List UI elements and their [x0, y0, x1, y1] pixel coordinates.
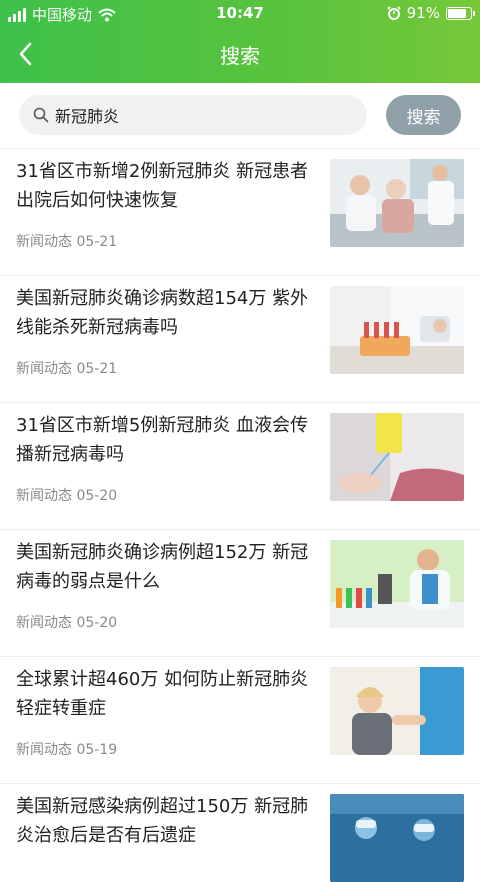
article-date: 05-21: [76, 234, 118, 250]
article-meta: 新闻动态 05-21: [16, 231, 117, 251]
article-item[interactable]: 美国新冠肺炎确诊病例超152万 新冠病毒的弱点是什么 新闻动态 05-20: [0, 530, 480, 657]
page-title: 搜索: [220, 44, 260, 68]
article-title: 美国新冠肺炎确诊病数超154万 紫外线能杀死新冠病毒吗: [16, 288, 309, 338]
article-source: 新闻动态: [16, 488, 72, 504]
article-item[interactable]: 美国新冠肺炎确诊病数超154万 紫外线能杀死新冠病毒吗 新闻动态 05-21: [0, 276, 480, 403]
article-date: 05-19: [76, 742, 118, 758]
article-date: 05-20: [76, 615, 118, 631]
status-right: 91%: [386, 4, 475, 22]
article-source: 新闻动态: [16, 742, 72, 758]
article-thumbnail: [330, 286, 464, 374]
article-thumbnail: [330, 159, 464, 247]
article-meta: 新闻动态 05-19: [16, 739, 117, 759]
article-item[interactable]: 31省区市新增5例新冠肺炎 血液会传播新冠病毒吗 新闻动态 05-20: [0, 403, 480, 530]
article-title: 31省区市新增5例新冠肺炎 血液会传播新冠病毒吗: [16, 415, 309, 465]
article-thumbnail: [330, 413, 464, 501]
battery-percent: 91%: [406, 4, 440, 22]
article-item[interactable]: 美国新冠感染病例超过150万 新冠肺炎治愈后是否有后遗症: [0, 784, 480, 882]
article-meta: 新闻动态 05-21: [16, 358, 117, 378]
article-title: 美国新冠肺炎确诊病例超152万 新冠病毒的弱点是什么: [16, 542, 309, 592]
search-input[interactable]: [55, 105, 335, 125]
article-meta: 新闻动态 05-20: [16, 612, 117, 632]
article-source: 新闻动态: [16, 361, 72, 377]
article-source: 新闻动态: [16, 234, 72, 250]
article-title: 31省区市新增2例新冠肺炎 新冠患者出院后如何快速恢复: [16, 161, 309, 211]
article-meta: 新闻动态 05-20: [16, 485, 117, 505]
alarm-icon: [386, 6, 401, 20]
article-item[interactable]: 全球累计超460万 如何防止新冠肺炎轻症转重症 新闻动态 05-19: [0, 657, 480, 784]
article-date: 05-21: [76, 361, 118, 377]
article-title: 美国新冠感染病例超过150万 新冠肺炎治愈后是否有后遗症: [16, 796, 309, 846]
article-list: 31省区市新增2例新冠肺炎 新冠患者出院后如何快速恢复 新闻动态 05-21 美…: [0, 149, 480, 882]
search-icon: [33, 107, 49, 123]
app-header: 中国移动 10:47 91% 搜索: [0, 0, 480, 83]
article-item[interactable]: 31省区市新增2例新冠肺炎 新冠患者出院后如何快速恢复 新闻动态 05-21: [0, 149, 480, 276]
battery-icon: [446, 6, 475, 20]
article-date: 05-20: [76, 488, 118, 504]
article-thumbnail: [330, 540, 464, 628]
search-bar: 搜索: [0, 83, 480, 149]
search-field[interactable]: [19, 95, 367, 135]
article-source: 新闻动态: [16, 615, 72, 631]
article-title: 全球累计超460万 如何防止新冠肺炎轻症转重症: [16, 669, 309, 719]
article-thumbnail: [330, 794, 464, 882]
search-button[interactable]: 搜索: [386, 95, 461, 135]
status-bar: 中国移动 10:47 91%: [0, 0, 480, 28]
article-thumbnail: [330, 667, 464, 755]
